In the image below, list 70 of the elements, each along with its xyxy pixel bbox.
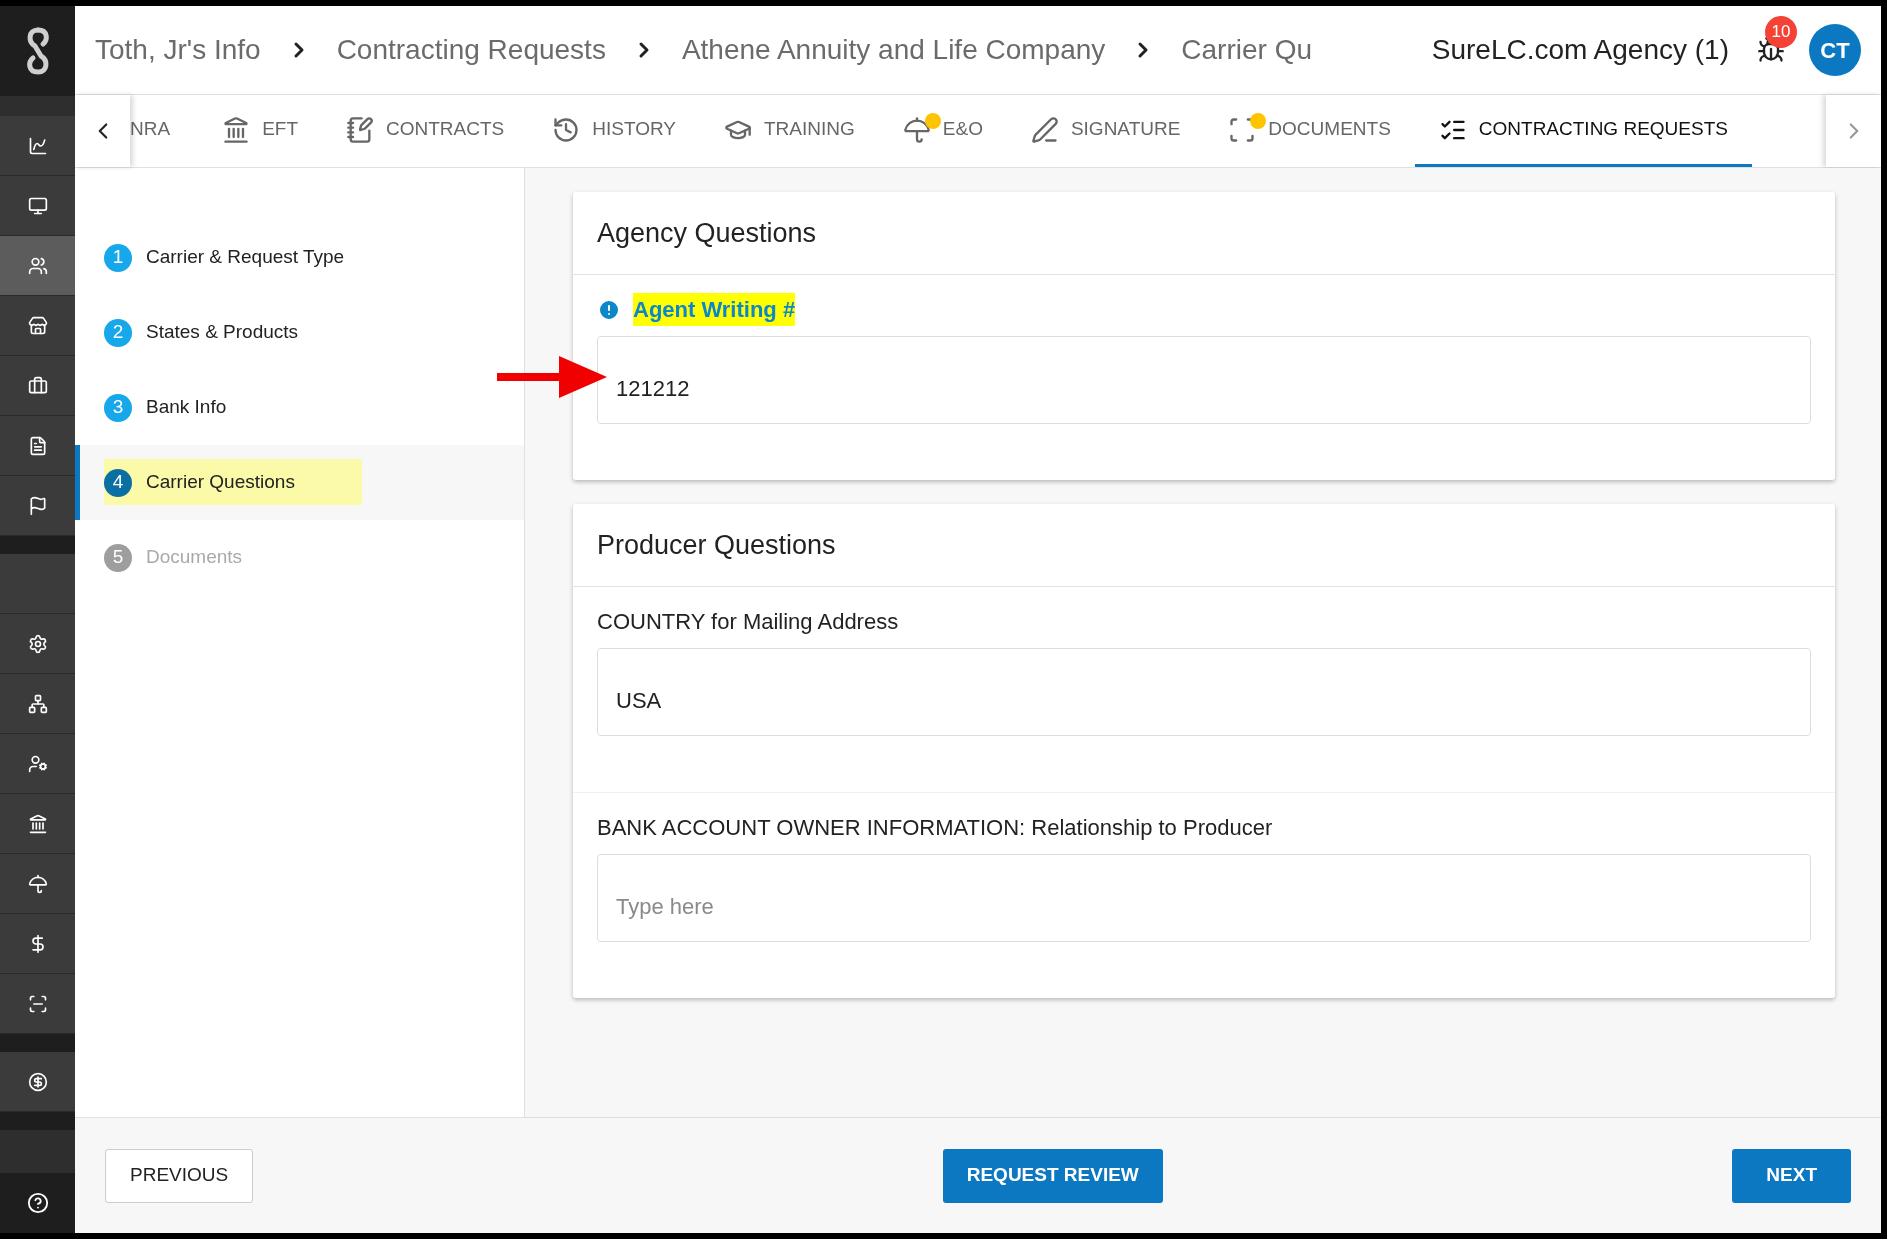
tab[interactable]: TRAINING [700, 95, 879, 167]
tab[interactable]: HISTORY [528, 95, 700, 167]
dollar-circle-icon [27, 1071, 48, 1092]
question-label: Agent Writing # [633, 293, 796, 326]
tab[interactable]: NRA [130, 95, 199, 167]
sidebar-item[interactable] [0, 296, 75, 356]
user-gear-icon [27, 753, 48, 774]
sidebar-item[interactable] [0, 794, 75, 854]
umbrella-icon [27, 873, 48, 894]
help-icon[interactable] [26, 1192, 49, 1214]
step-item[interactable]: 3 Bank Info [75, 370, 524, 445]
next-button[interactable]: NEXT [1732, 1148, 1851, 1203]
sidebar-item[interactable] [0, 854, 75, 914]
step-label: Carrier Questions [146, 470, 295, 495]
people-icon [27, 255, 48, 276]
settings-icon [27, 633, 48, 654]
answer-field[interactable]: 121212 [597, 336, 1811, 424]
tab[interactable]: EFT [198, 95, 322, 167]
step-number: 1 [104, 243, 132, 272]
agency-name: SureLC.com Agency (1) [1431, 33, 1729, 67]
step-label: Bank Info [146, 395, 227, 420]
request-review-button[interactable]: REQUEST REVIEW [942, 1148, 1163, 1203]
step-label: States & Products [146, 320, 299, 345]
scanner-icon [27, 993, 48, 1014]
monitor-icon [27, 195, 48, 216]
network-icon [27, 693, 48, 714]
breadcrumb-link[interactable]: Athene Annuity and Life Company [681, 29, 1106, 71]
previous-button[interactable]: PREVIOUS [105, 1148, 254, 1203]
scanner-icon [1228, 115, 1257, 144]
tab[interactable]: DOCUMENTS [1204, 95, 1415, 167]
question-label: BANK ACCOUNT OWNER INFORMATION: Relationship to Producer [597, 814, 1273, 842]
sidebar-item[interactable] [0, 614, 75, 674]
bank-icon [27, 813, 48, 834]
sidebar-item[interactable] [0, 356, 75, 416]
step-label: Carrier & Request Type [146, 245, 345, 270]
answer-field[interactable]: USA [597, 648, 1811, 736]
store-icon [27, 315, 48, 336]
notification-badge: 10 [1765, 16, 1797, 48]
briefcase-icon [27, 375, 48, 396]
step-label: Documents [146, 545, 243, 570]
bank-icon [222, 115, 251, 144]
breadcrumb-link[interactable]: Toth, Jr's Info [95, 29, 261, 71]
tab[interactable]: E&O [878, 95, 1007, 167]
sidebar-item[interactable] [0, 674, 75, 734]
sidebar-item[interactable] [0, 914, 75, 974]
step-number: 3 [104, 393, 132, 422]
answer-field[interactable]: Type here [597, 854, 1811, 942]
sidebar-item[interactable] [0, 416, 75, 476]
tab[interactable]: CONTRACTS [322, 95, 529, 167]
chart-icon [27, 135, 48, 156]
sidebar-item[interactable] [0, 734, 75, 794]
step-number: 2 [104, 318, 132, 347]
breadcrumb-link[interactable]: Contracting Requests [336, 29, 606, 71]
breadcrumb-link[interactable]: Carrier Qu [1181, 29, 1312, 71]
sidebar-item[interactable] [0, 476, 75, 536]
step-item[interactable]: 1 Carrier & Request Type [75, 220, 524, 295]
pen-icon [1030, 115, 1059, 144]
avatar[interactable]: CT [1809, 24, 1861, 76]
umbrella-icon [902, 115, 931, 144]
step-item[interactable]: 4 Carrier Questions [75, 445, 524, 520]
question-label: COUNTRY for Mailing Address [597, 608, 899, 636]
step-number: 5 [104, 543, 132, 572]
sidebar-item[interactable] [0, 176, 75, 236]
card-title: Producer Questions [597, 528, 836, 562]
history-icon [552, 115, 581, 144]
step-item[interactable]: 2 States & Products [75, 295, 524, 370]
card-title: Agency Questions [597, 216, 817, 250]
tab[interactable]: SIGNATURE [1006, 95, 1205, 167]
sidebar-item[interactable] [0, 1052, 75, 1112]
notes-pen-icon [346, 115, 374, 144]
